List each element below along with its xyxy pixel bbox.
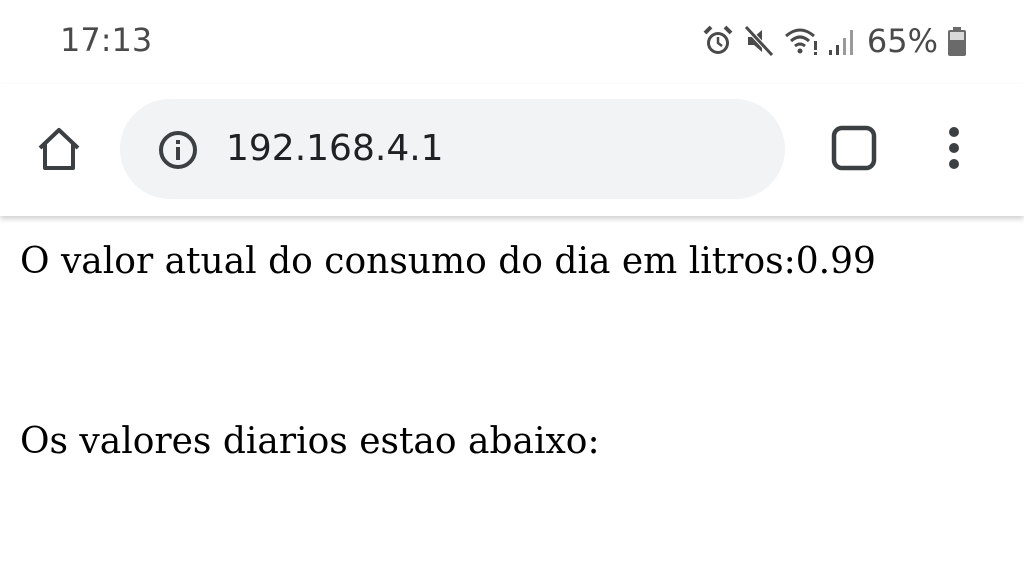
battery-icon: [946, 24, 968, 58]
daily-values-heading: Os valores diarios estao abaixo:: [20, 421, 600, 462]
wifi-icon: [783, 24, 819, 58]
tabs-icon: [830, 125, 878, 176]
battery-percent: 65%: [866, 22, 938, 60]
mute-icon: [743, 24, 775, 58]
status-bar: 17:13 65%: [0, 0, 1024, 84]
url-text[interactable]: 192.168.4.1: [226, 127, 444, 171]
address-bar[interactable]: 192.168.4.1: [120, 99, 785, 199]
more-vert-icon: [947, 125, 961, 176]
current-consumption-line: O valor atual do consumo do dia em litro…: [20, 240, 876, 284]
current-consumption-label: O valor atual do consumo do dia em litro…: [20, 241, 796, 282]
home-button[interactable]: [30, 126, 88, 176]
home-icon: [35, 126, 83, 177]
status-time: 17:13: [60, 21, 153, 59]
browser-toolbar: 192.168.4.1: [0, 84, 1024, 216]
status-icons: 65%: [701, 20, 968, 62]
tabs-button[interactable]: [828, 125, 880, 176]
signal-icon: [827, 24, 857, 58]
info-icon[interactable]: [158, 130, 198, 170]
current-consumption-value: 0.99: [795, 241, 876, 282]
alarm-icon: [701, 24, 735, 58]
menu-button[interactable]: [936, 124, 972, 176]
